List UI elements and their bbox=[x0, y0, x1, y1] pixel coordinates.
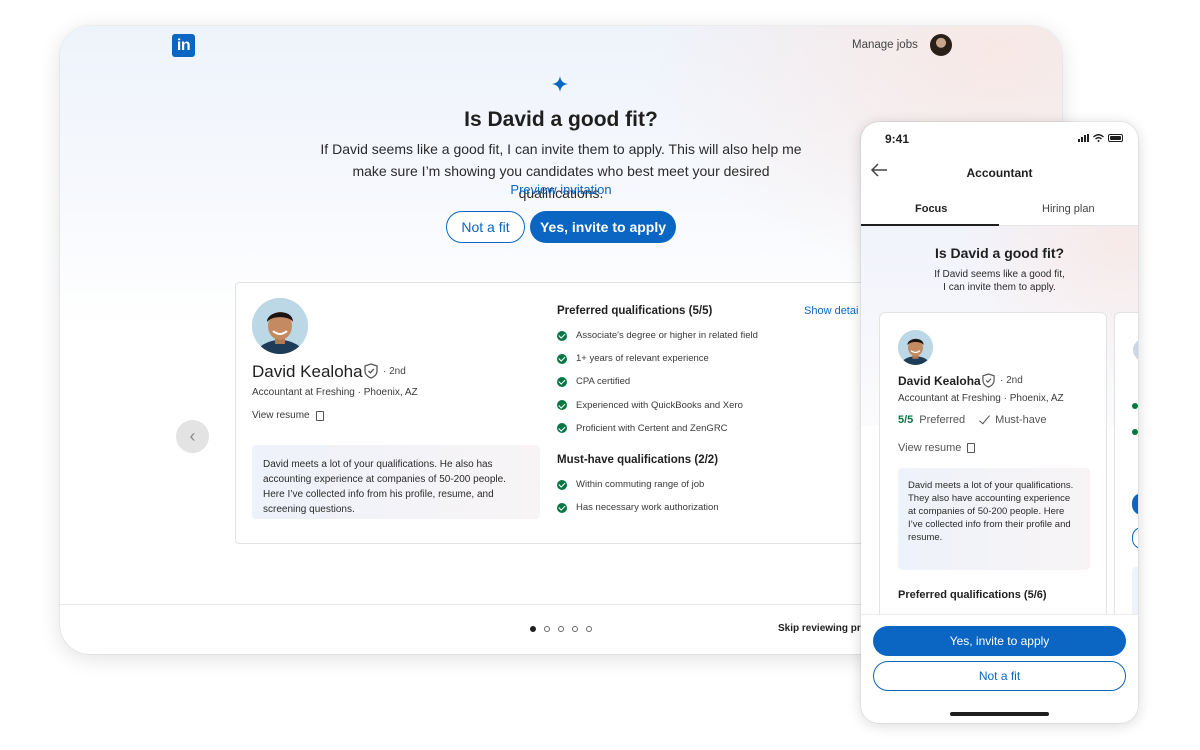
check-circle-icon bbox=[557, 330, 567, 341]
user-avatar[interactable] bbox=[930, 34, 952, 56]
signal-icon bbox=[1078, 134, 1089, 142]
document-icon bbox=[315, 410, 324, 421]
status-time: 9:41 bbox=[885, 132, 910, 146]
qualification-text: Within commuting range of job bbox=[576, 479, 705, 491]
check-icon bbox=[979, 415, 989, 425]
pagination-dot[interactable] bbox=[558, 626, 564, 632]
qualification-text: Has necessary work authorization bbox=[576, 502, 719, 514]
candidate-avatar bbox=[252, 298, 308, 354]
phone-view-resume-link[interactable]: View resume bbox=[898, 442, 976, 454]
tab-focus[interactable]: Focus bbox=[915, 203, 947, 215]
sparkle-icon bbox=[552, 76, 568, 92]
next-candidate-card-peek[interactable] bbox=[1114, 312, 1138, 642]
list-item: 1+ years of relevant experience bbox=[557, 347, 758, 370]
phone-invite-to-apply-button[interactable]: Yes, invite to apply bbox=[873, 626, 1126, 656]
qualification-text: Experienced with QuickBooks and Xero bbox=[576, 399, 743, 411]
chevron-left-icon: ‹ bbox=[189, 426, 196, 446]
view-resume-link[interactable]: View resume bbox=[252, 410, 324, 421]
check-circle-icon bbox=[557, 423, 567, 434]
match-count: 5/5 bbox=[898, 414, 914, 426]
not-a-fit-button[interactable]: Not a fit bbox=[446, 211, 525, 243]
phone-subtitle-line: I can invite them to apply. bbox=[943, 282, 1056, 293]
phone-ai-summary: David meets a lot of your qualifications… bbox=[898, 468, 1090, 570]
phone-fit-subtitle: If David seems like a good fit, I can in… bbox=[901, 268, 1098, 294]
ai-summary: David meets a lot of your qualifications… bbox=[252, 445, 540, 519]
list-item: Has necessary work authorization bbox=[557, 496, 719, 519]
connection-degree: · 2nd bbox=[383, 366, 406, 377]
phone-candidate-role: Accountant at Freshing · Phoenix, AZ bbox=[898, 393, 1064, 404]
list-item: Proficient with Certent and ZenGRC bbox=[557, 417, 758, 440]
list-item: Within commuting range of job bbox=[557, 473, 719, 496]
verified-shield-icon bbox=[364, 363, 378, 379]
check-circle-icon bbox=[557, 502, 567, 513]
connection-degree: · 2nd bbox=[1000, 375, 1023, 386]
manage-jobs-link[interactable]: Manage jobs bbox=[852, 39, 918, 51]
wifi-icon bbox=[1093, 134, 1104, 142]
qualification-text: Associate's degree or higher in related … bbox=[576, 330, 758, 342]
qualification-text: CPA certified bbox=[576, 376, 631, 388]
avatar bbox=[1133, 339, 1138, 361]
phone-preferred-heading: Preferred qualifications (5/6) bbox=[898, 589, 1047, 601]
must-have-label: Must-have bbox=[995, 414, 1047, 426]
document-icon bbox=[967, 443, 976, 453]
match-preferred-label: Preferred bbox=[919, 414, 966, 426]
view-resume-label: View resume bbox=[898, 442, 962, 454]
phone-page-title: Accountant bbox=[966, 166, 1033, 180]
list-item: Associate's degree or higher in related … bbox=[557, 324, 758, 347]
candidate-photo-icon bbox=[898, 330, 933, 365]
battery-icon bbox=[1108, 134, 1123, 142]
qualification-text: 1+ years of relevant experience bbox=[576, 353, 709, 365]
phone-candidate-avatar bbox=[898, 330, 933, 365]
phone-subtitle-line: If David seems like a good fit, bbox=[934, 269, 1065, 280]
pagination-dot[interactable] bbox=[544, 626, 550, 632]
view-resume-label: View resume bbox=[252, 410, 310, 421]
active-tab-indicator bbox=[861, 224, 999, 226]
preferred-qualifications-heading: Preferred qualifications (5/5) bbox=[557, 305, 713, 317]
skip-reviewing-link[interactable]: Skip reviewing pr bbox=[778, 623, 861, 634]
preferred-qualifications-list: Associate's degree or higher in related … bbox=[557, 324, 758, 440]
tab-hiring-plan[interactable]: Hiring plan bbox=[1042, 203, 1095, 215]
status-icons bbox=[1078, 134, 1123, 142]
check-circle-icon bbox=[1132, 429, 1138, 435]
show-details-link[interactable]: Show detai bbox=[804, 305, 858, 317]
linkedin-logo-icon[interactable]: in bbox=[172, 34, 195, 57]
candidate-card: David Kealoha · 2nd Accountant at Freshi… bbox=[235, 282, 895, 544]
invite-button-peek bbox=[1132, 493, 1138, 515]
check-circle-icon bbox=[1132, 403, 1138, 409]
candidate-role: Accountant at Freshing · Phoenix, AZ bbox=[252, 387, 418, 398]
pagination-dot[interactable] bbox=[530, 626, 536, 632]
phone-candidate-name[interactable]: David Kealoha bbox=[898, 374, 981, 388]
phone-candidate-card: David Kealoha · 2nd Accountant at Freshi… bbox=[879, 312, 1107, 642]
phone-not-a-fit-button[interactable]: Not a fit bbox=[873, 661, 1126, 691]
pagination-dots bbox=[530, 626, 592, 632]
qualification-text: Proficient with Certent and ZenGRC bbox=[576, 422, 728, 434]
home-indicator bbox=[950, 712, 1049, 716]
must-have-qualifications-list: Within commuting range of job Has necess… bbox=[557, 473, 719, 519]
check-circle-icon bbox=[557, 400, 567, 411]
must-have-qualifications-heading: Must-have qualifications (2/2) bbox=[557, 454, 719, 466]
invite-to-apply-button[interactable]: Yes, invite to apply bbox=[530, 211, 676, 243]
check-circle-icon bbox=[557, 353, 567, 364]
list-item: Experienced with QuickBooks and Xero bbox=[557, 394, 758, 417]
match-summary: 5/5 Preferred Must-have bbox=[898, 414, 1047, 426]
candidate-name[interactable]: David Kealoha bbox=[252, 362, 363, 382]
previous-candidate-button[interactable]: ‹ bbox=[176, 420, 209, 453]
not-fit-button-peek bbox=[1132, 527, 1138, 549]
list-item: CPA certified bbox=[557, 370, 758, 393]
pagination-dot[interactable] bbox=[586, 626, 592, 632]
candidate-photo-icon bbox=[252, 298, 308, 354]
phone-fit-question: Is David a good fit? bbox=[934, 245, 1065, 261]
check-circle-icon bbox=[557, 479, 567, 490]
check-circle-icon bbox=[557, 376, 567, 387]
pagination-dot[interactable] bbox=[572, 626, 578, 632]
mobile-phone: 9:41 Accountant Focus Hiring plan Is Dav… bbox=[861, 122, 1138, 723]
verified-shield-icon bbox=[982, 373, 995, 388]
